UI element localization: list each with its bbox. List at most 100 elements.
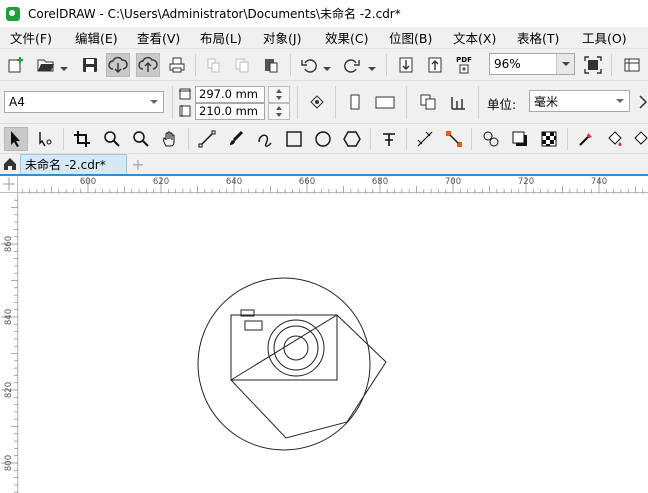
toolbar-separator <box>290 54 291 76</box>
ruler-v-label: 860 <box>4 235 14 253</box>
redo-dropdown-icon[interactable] <box>368 62 376 71</box>
toolbar-separator <box>195 54 196 76</box>
open-dropdown-icon[interactable] <box>60 62 68 71</box>
menu-layout[interactable]: 布局(L) <box>200 26 242 49</box>
drop-shadow-icon[interactable] <box>508 127 532 151</box>
redo-icon[interactable] <box>340 53 364 77</box>
document-tab-label: 未命名 -2.cdr* <box>25 158 106 172</box>
text-tool-icon[interactable] <box>377 127 401 151</box>
zoom-tool-icon[interactable] <box>100 127 124 151</box>
units-combo[interactable]: 毫米 <box>529 90 630 112</box>
cloud-upload-icon[interactable] <box>136 53 160 77</box>
print-icon[interactable] <box>165 53 189 77</box>
interactive-fill-icon[interactable] <box>603 127 627 151</box>
portrait-orientation-icon[interactable] <box>343 90 367 114</box>
ruler-h-label: 740 <box>590 177 608 187</box>
ruler-v-label: 800 <box>4 454 14 472</box>
undo-icon[interactable] <box>297 53 321 77</box>
zoom-level-value: 96% <box>494 57 521 71</box>
polygon-tool-icon[interactable] <box>340 127 364 151</box>
vertical-ruler[interactable]: 860 840 820 800 <box>0 193 18 493</box>
pdf-label: PDF <box>456 56 472 64</box>
ellipse-tool-icon[interactable] <box>311 127 335 151</box>
property-bar: A4 297.0 mm 210.0 mm 单位: 毫米 <box>0 81 648 124</box>
menu-effects[interactable]: 效果(C) <box>325 26 368 49</box>
page-options-icon[interactable] <box>305 90 329 114</box>
bezier-tool-icon[interactable] <box>253 127 277 151</box>
smart-fill-icon[interactable] <box>632 127 648 151</box>
menu-view[interactable]: 查看(V) <box>137 26 180 49</box>
add-tab-button[interactable]: + <box>128 154 148 174</box>
menu-tools[interactable]: 工具(O) <box>582 26 627 49</box>
crop-tool-icon[interactable] <box>70 127 94 151</box>
rectangle-tool-icon[interactable] <box>282 127 306 151</box>
toolbar-separator <box>471 128 472 150</box>
parallel-dimension-icon[interactable] <box>413 127 437 151</box>
menu-object[interactable]: 对象(J) <box>263 26 301 49</box>
home-icon[interactable] <box>0 154 20 174</box>
undo-dropdown-icon[interactable] <box>323 62 331 71</box>
all-pages-icon[interactable] <box>416 90 440 114</box>
menu-text[interactable]: 文本(X) <box>453 26 496 49</box>
menu-table[interactable]: 表格(T) <box>517 26 559 49</box>
horizontal-ruler[interactable]: 600 620 640 660 680 700 720 740 <box>18 176 648 193</box>
full-screen-icon[interactable] <box>581 53 605 77</box>
document-tab[interactable]: 未命名 -2.cdr* <box>20 154 127 174</box>
cloud-download-icon[interactable] <box>106 53 130 77</box>
rulers-toggle-icon[interactable] <box>620 53 644 77</box>
nudge-distance-icon[interactable] <box>636 90 648 114</box>
page-size-dropdown-icon[interactable] <box>145 92 163 112</box>
polygon-shape <box>230 314 387 439</box>
blend-tool-icon[interactable] <box>479 127 503 151</box>
toolbox <box>0 124 648 154</box>
pick-tool-icon[interactable] <box>4 127 28 151</box>
copy-icon[interactable] <box>230 53 254 77</box>
window-title: CorelDRAW - C:\Users\Administrator\Docum… <box>28 7 401 21</box>
ruler-v-label: 820 <box>4 381 14 399</box>
transparency-tool-icon[interactable] <box>537 127 561 151</box>
camera-lens-middle-shape <box>273 325 319 371</box>
menu-bitmaps[interactable]: 位图(B) <box>389 26 432 49</box>
landscape-orientation-icon[interactable] <box>373 90 397 114</box>
new-document-icon[interactable] <box>4 53 28 77</box>
cut-icon[interactable] <box>201 53 225 77</box>
menu-file[interactable]: 文件(F) <box>10 26 52 49</box>
publish-pdf-icon[interactable]: PDF <box>452 53 476 77</box>
export-icon[interactable] <box>423 53 447 77</box>
page-size-combo[interactable]: A4 <box>4 91 164 113</box>
ruler-origin[interactable] <box>0 176 18 193</box>
save-icon[interactable] <box>78 53 102 77</box>
freehand-tool-icon[interactable] <box>195 127 219 151</box>
toolbar-separator <box>611 54 612 76</box>
eyedropper-tool-icon[interactable] <box>574 127 598 151</box>
paste-icon[interactable] <box>259 53 283 77</box>
current-page-icon[interactable] <box>446 90 470 114</box>
coreldraw-window: CorelDRAW - C:\Users\Administrator\Docum… <box>0 0 648 493</box>
page-height-spinner[interactable] <box>268 86 290 103</box>
menu-edit[interactable]: 编辑(E) <box>75 26 118 49</box>
outer-circle-shape <box>197 277 371 451</box>
toolbar-separator <box>478 86 479 119</box>
open-folder-icon[interactable] <box>34 53 58 77</box>
toolbar-separator <box>386 54 387 76</box>
artistic-media-icon[interactable] <box>224 127 248 151</box>
units-label: 单位: <box>487 97 517 112</box>
import-icon[interactable] <box>394 53 418 77</box>
page-height-field[interactable]: 297.0 mm <box>195 86 265 103</box>
units-dropdown-icon[interactable] <box>611 91 629 111</box>
ruler-h-label: 640 <box>225 177 243 187</box>
document-tab-bar: 未命名 -2.cdr* + <box>0 154 648 176</box>
pan-tool-icon[interactable] <box>158 127 182 151</box>
zoom-level-combo[interactable]: 96% <box>489 53 575 75</box>
page-width-spinner[interactable] <box>268 103 290 120</box>
zoom-dropdown-icon[interactable] <box>556 54 574 74</box>
page-size-value: A4 <box>9 95 25 109</box>
connector-tool-icon[interactable] <box>442 127 466 151</box>
zoom-out-tool-icon[interactable] <box>129 127 153 151</box>
ruler-h-label: 620 <box>152 177 170 187</box>
page-width-field[interactable]: 210.0 mm <box>195 103 265 120</box>
units-value: 毫米 <box>534 94 559 109</box>
shape-tool-icon[interactable] <box>34 127 58 151</box>
drawing-canvas[interactable] <box>19 194 648 493</box>
toolbar-separator <box>188 128 189 150</box>
